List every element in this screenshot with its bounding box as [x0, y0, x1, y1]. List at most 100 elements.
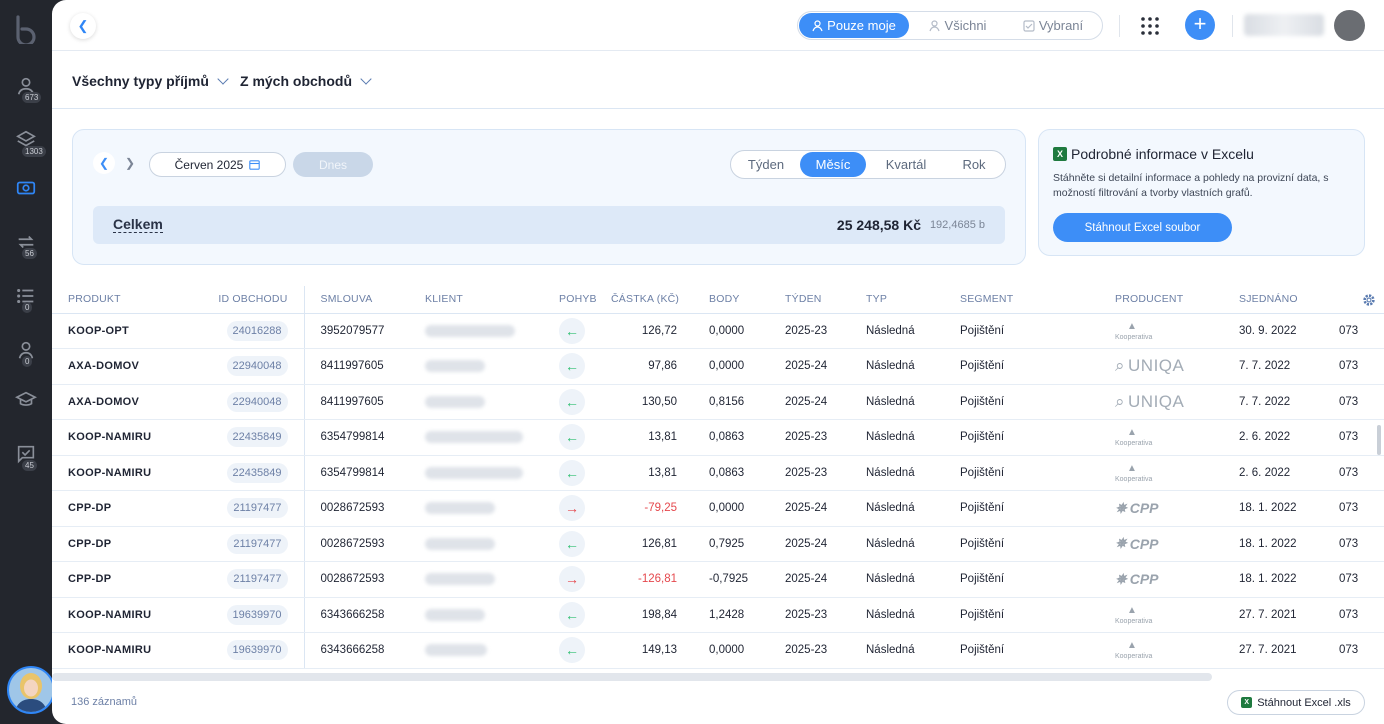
table-row[interactable]: CPP-DP 21197477 0028672593 → -126,81 -0,7925 2…	[52, 561, 1384, 598]
income-type-dropdown[interactable]: Všechny typy příjmů	[72, 73, 229, 89]
tab-pouze-moje[interactable]: Pouze moje	[799, 13, 909, 38]
table-row[interactable]: CPP-DP 21197477 0028672593 ← 126,81 0,7925 202…	[52, 526, 1384, 562]
client-name-blurred[interactable]	[425, 644, 487, 657]
sidebar-item-income[interactable]	[0, 168, 52, 208]
tab-vybrani[interactable]: Vybraní	[1005, 13, 1101, 38]
chevron-right-icon: ❯	[124, 156, 136, 170]
cell-produkt: AXA-DOMOV	[52, 384, 202, 420]
cell-id: 22940048	[202, 348, 305, 385]
cell-id: 19639970	[202, 632, 305, 669]
col-sjednano[interactable]: SJEDNÁNO	[1223, 286, 1323, 314]
range-kvartal[interactable]: Kvartál	[866, 152, 946, 177]
client-name-blurred[interactable]	[425, 608, 485, 621]
deal-id-pill[interactable]: 24016288	[226, 320, 288, 341]
table-row[interactable]: AXA-DOMOV 22940048 8411997605 ← 130,50 0,8156…	[52, 384, 1384, 420]
month-picker[interactable]: Červen 2025	[149, 152, 286, 177]
arrow-left-icon: ←	[559, 601, 585, 628]
total-bar: Celkem 25 248,58 Kč 192,4685 b	[93, 206, 1005, 244]
cell-extra: 073	[1323, 313, 1384, 349]
cell-typ: Následná	[850, 384, 944, 420]
client-name-blurred[interactable]	[425, 502, 495, 515]
apps-grid-icon[interactable]	[1140, 16, 1160, 36]
export-xls-button[interactable]: X Stáhnout Excel .xls	[1227, 690, 1365, 715]
table-row[interactable]: KOOP-NAMIRU 22435849 6354799814 ← 13,81 0,086…	[52, 419, 1384, 456]
sidebar-item-contracts[interactable]: 1303	[0, 120, 52, 160]
deal-id-pill[interactable]: 21197477	[227, 498, 288, 519]
col-id-obchodu[interactable]: ID OBCHODU	[202, 286, 305, 314]
back-button[interactable]: ❮	[70, 13, 96, 39]
sidebar-item-messages[interactable]: 45	[0, 434, 52, 474]
deal-id-pill[interactable]: 22940048	[226, 391, 288, 412]
cell-extra: 073	[1323, 348, 1384, 385]
col-typ[interactable]: TYP	[850, 286, 944, 314]
deal-id-pill[interactable]: 22435849	[226, 427, 288, 448]
deal-id-pill[interactable]: 21197477	[227, 569, 288, 590]
col-klient[interactable]: KLIENT	[409, 286, 543, 314]
producer-name: CPP	[1129, 535, 1159, 552]
user-avatar-sidebar[interactable]	[7, 666, 55, 714]
horizontal-scrollbar[interactable]	[52, 673, 1212, 681]
app-logo-icon[interactable]	[12, 14, 40, 44]
cell-body: 0,0000	[693, 632, 769, 669]
cell-id: 22435849	[202, 455, 305, 491]
client-name-blurred[interactable]	[425, 573, 495, 586]
gear-icon[interactable]	[1362, 293, 1376, 307]
cell-klient	[409, 384, 543, 420]
cell-sjednano: 18. 1. 2022	[1223, 490, 1323, 527]
cell-pohyb: ←	[543, 597, 611, 633]
vertical-scrollbar[interactable]	[1377, 425, 1381, 455]
col-body[interactable]: BODY	[693, 286, 769, 314]
badge-tasks: 0	[22, 302, 33, 313]
cell-sjednano: 2. 6. 2022	[1223, 455, 1323, 491]
col-segment[interactable]: SEGMENT	[944, 286, 1099, 314]
client-name-blurred[interactable]	[425, 466, 523, 479]
table-row[interactable]: KOOP-OPT 24016288 3952079577 ← 126,72 0,0000 2…	[52, 313, 1384, 349]
sidebar-item-clients[interactable]: 673	[0, 66, 52, 106]
col-tyden[interactable]: TÝDEN	[769, 286, 850, 314]
sidebar-item-people[interactable]: 0	[0, 330, 52, 370]
deal-id-pill[interactable]: 19639970	[226, 604, 288, 625]
col-smlouva[interactable]: SMLOUVA	[304, 286, 409, 314]
sidebar-item-education[interactable]	[0, 380, 52, 420]
divider	[1232, 15, 1233, 37]
col-producent[interactable]: PRODUCENT	[1099, 286, 1223, 314]
next-period-button[interactable]: ❯	[119, 152, 141, 174]
col-produkt[interactable]: PRODUKT	[52, 286, 202, 314]
client-name-blurred[interactable]	[425, 395, 485, 408]
source-dropdown[interactable]: Z mých obchodů	[240, 73, 372, 89]
table-row[interactable]: CPP-DP 21197477 0028672593 → -79,25 0,0000 202…	[52, 490, 1384, 527]
table-row[interactable]: AXA-DOMOV 22940048 8411997605 ← 97,86 0,0000 2…	[52, 348, 1384, 385]
cell-producent: ▲ Kooperativa	[1099, 455, 1223, 491]
deal-id-pill[interactable]: 22940048	[226, 356, 288, 377]
col-castka[interactable]: ČÁSTKA (KČ)	[611, 286, 693, 314]
deal-id-pill[interactable]: 21197477	[227, 533, 288, 554]
table-row[interactable]: KOOP-NAMIRU 19639970 6343666258 ← 198,84 1,24…	[52, 597, 1384, 633]
chevron-down-icon	[217, 73, 229, 85]
sidebar-item-tasks[interactable]: 0	[0, 276, 52, 316]
prev-period-button[interactable]: ❮	[93, 152, 115, 174]
client-name-blurred[interactable]	[425, 431, 523, 444]
deal-id-pill[interactable]: 19639970	[226, 640, 288, 661]
period-card: ❮ ❯ Červen 2025 Dnes Týden Měsíc Kvartál…	[72, 129, 1026, 265]
filter-row: Všechny typy příjmů Z mých obchodů	[52, 51, 1384, 109]
tab-vsichni[interactable]: Všichni	[909, 13, 1005, 38]
range-rok[interactable]: Rok	[946, 152, 1002, 177]
today-button[interactable]: Dnes	[293, 152, 373, 177]
client-name-blurred[interactable]	[425, 324, 515, 337]
sidebar-item-transfers[interactable]: 56	[0, 222, 52, 262]
col-pohyb[interactable]: POHYB	[543, 286, 611, 314]
range-tyden[interactable]: Týden	[732, 152, 800, 177]
range-mesic[interactable]: Měsíc	[800, 152, 866, 177]
client-name-blurred[interactable]	[425, 537, 495, 550]
cell-extra: 073	[1323, 490, 1384, 527]
client-name-blurred[interactable]	[425, 360, 485, 373]
table-row[interactable]: KOOP-NAMIRU 19639970 6343666258 ← 149,13 0,00…	[52, 632, 1384, 669]
user-avatar[interactable]	[1334, 10, 1365, 41]
add-button[interactable]: +	[1185, 10, 1215, 40]
triangle-icon: ▲	[1127, 427, 1137, 439]
total-label[interactable]: Celkem	[113, 217, 163, 233]
deal-id-pill[interactable]: 22435849	[226, 462, 288, 483]
download-excel-button[interactable]: Stáhnout Excel soubor	[1053, 213, 1232, 242]
cell-smlouva: 3952079577	[304, 313, 409, 349]
table-row[interactable]: KOOP-NAMIRU 22435849 6354799814 ← 13,81 0,086…	[52, 455, 1384, 491]
